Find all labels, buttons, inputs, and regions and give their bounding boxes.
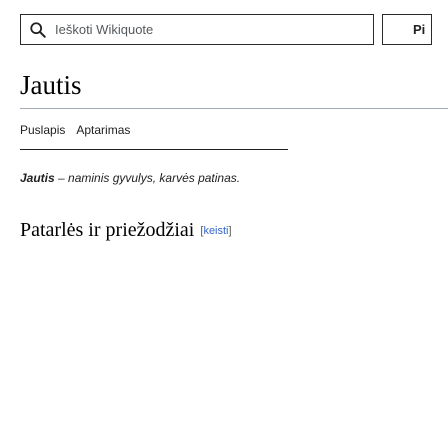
search-input[interactable]: [55, 15, 369, 44]
search-icon: [30, 22, 46, 38]
search-box[interactable]: [20, 14, 374, 45]
edit-link[interactable]: keisti: [203, 225, 228, 237]
tabs-divider: [20, 149, 288, 150]
title-divider: [20, 108, 448, 109]
section-heading: Patarlės ir priežodžiai [keisti]: [20, 219, 232, 242]
page-title: Jautis: [20, 70, 82, 100]
intro-definition: – naminis gyvulys, karvės patinas.: [54, 171, 241, 185]
search-button[interactable]: Pi: [382, 14, 432, 45]
tab-page[interactable]: Puslapis: [20, 123, 65, 137]
edit-bracket-close: ]: [228, 225, 232, 238]
section-heading-text: Patarlės ir priežodžiai: [20, 219, 195, 241]
edit-section-link: [keisti]: [200, 225, 231, 237]
intro-text: Jautis – naminis gyvulys, karvės patinas…: [20, 171, 240, 185]
intro-term: Jautis: [20, 171, 55, 185]
page-tabs: Puslapis Aptarimas: [20, 123, 141, 137]
tab-discussion[interactable]: Aptarimas: [76, 123, 130, 137]
